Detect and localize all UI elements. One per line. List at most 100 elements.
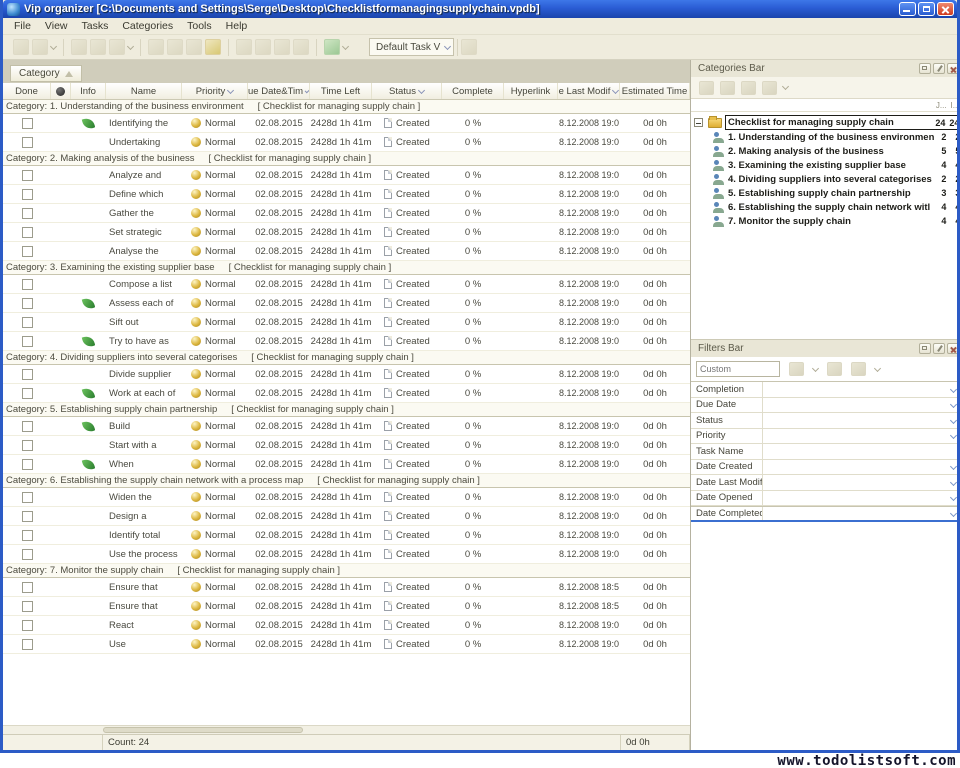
edit-icon[interactable]: [167, 39, 183, 55]
task-checkbox[interactable]: [22, 208, 33, 219]
redo-icon[interactable]: [205, 39, 221, 55]
task-checkbox[interactable]: [22, 492, 33, 503]
column-header-info[interactable]: Info: [71, 83, 106, 99]
task-checkbox[interactable]: [22, 137, 33, 148]
filter-row-priority[interactable]: Priority: [691, 429, 957, 445]
collapse-icon[interactable]: [694, 118, 703, 127]
delete-filter-icon[interactable]: [851, 362, 866, 376]
category-group-row[interactable]: Category: 3. Examining the existing supp…: [3, 261, 690, 275]
filter-dropdown-icon[interactable]: [418, 86, 425, 93]
filter-row-completion[interactable]: Completion: [691, 382, 957, 398]
task-row[interactable]: Start with aNormal02.08.20152428d 1h 41m…: [3, 436, 690, 455]
panel-pin-button[interactable]: [933, 343, 945, 354]
tree-category-item[interactable]: 6. Establishing the supply chain network…: [691, 200, 957, 214]
go-flag-icon[interactable]: [324, 39, 340, 55]
edit-views-icon[interactable]: [461, 39, 477, 55]
tree-root-row[interactable]: Checklist for managing supply chain2424: [691, 115, 957, 130]
task-checkbox[interactable]: [22, 189, 33, 200]
apply-filter-icon[interactable]: [789, 362, 804, 376]
task-row[interactable]: ReactNormal02.08.20152428d 1h 41mCreated…: [3, 616, 690, 635]
filter-row-status[interactable]: Status: [691, 413, 957, 429]
task-row[interactable]: Ensure thatNormal02.08.20152428d 1h 41mC…: [3, 597, 690, 616]
task-checkbox[interactable]: [22, 421, 33, 432]
filter-value-area[interactable]: [763, 495, 957, 500]
task-row[interactable]: UndertakingNormal02.08.20152428d 1h 41mC…: [3, 133, 690, 152]
edit-category-icon[interactable]: [720, 81, 735, 95]
task-row[interactable]: Analyze andNormal02.08.20152428d 1h 41mC…: [3, 166, 690, 185]
panel-pin-button[interactable]: [933, 63, 945, 74]
filter-row-date-opened[interactable]: Date Opened: [691, 491, 957, 507]
filter-value-area[interactable]: [763, 480, 957, 485]
close-button[interactable]: [937, 2, 954, 16]
menu-help[interactable]: Help: [219, 19, 255, 33]
panel-close-button[interactable]: [947, 343, 957, 354]
move-right-icon[interactable]: [255, 39, 271, 55]
add-category-icon[interactable]: [699, 81, 714, 95]
tree-category-item[interactable]: 4. Dividing suppliers into several categ…: [691, 172, 957, 186]
task-checkbox[interactable]: [22, 170, 33, 181]
undo-icon[interactable]: [186, 39, 202, 55]
category-group-row[interactable]: Category: 5. Establishing supply chain p…: [3, 403, 690, 417]
chevron-down-icon[interactable]: [950, 479, 957, 486]
title-bar[interactable]: Vip organizer [C:\Documents and Settings…: [3, 0, 957, 18]
task-checkbox[interactable]: [22, 246, 33, 257]
task-row[interactable]: WhenNormal02.08.20152428d 1h 41mCreated0…: [3, 455, 690, 474]
chevron-down-icon[interactable]: [950, 417, 957, 424]
task-checkbox[interactable]: [22, 227, 33, 238]
filter-dropdown-icon[interactable]: [612, 86, 619, 93]
minimize-button[interactable]: [899, 2, 916, 16]
filter-dropdown-icon[interactable]: [812, 364, 819, 371]
menu-file[interactable]: File: [7, 19, 38, 33]
task-checkbox[interactable]: [22, 440, 33, 451]
refresh-icon[interactable]: [148, 39, 164, 55]
clear-filter-icon[interactable]: [827, 362, 842, 376]
chevron-down-icon[interactable]: [950, 494, 957, 501]
dropdown-icon[interactable]: [127, 42, 134, 49]
column-header-complete[interactable]: Complete: [442, 83, 504, 99]
column-header-status[interactable]: Status: [372, 83, 442, 99]
filter-value-area[interactable]: [763, 433, 957, 438]
column-header-priority[interactable]: Priority: [182, 83, 248, 99]
category-options-icon[interactable]: [762, 81, 777, 95]
save-icon[interactable]: [90, 39, 106, 55]
tree-category-item[interactable]: 2. Making analysis of the business55: [691, 144, 957, 158]
task-row[interactable]: Set strategicNormal02.08.20152428d 1h 41…: [3, 223, 690, 242]
task-checkbox[interactable]: [22, 279, 33, 290]
task-row[interactable]: BuildNormal02.08.20152428d 1h 41mCreated…: [3, 417, 690, 436]
filter-value-area[interactable]: [763, 511, 957, 516]
task-checkbox[interactable]: [22, 369, 33, 380]
filter-row-date-created[interactable]: Date Created: [691, 460, 957, 476]
column-header-time-left[interactable]: Time Left: [310, 83, 372, 99]
new-task-icon[interactable]: [32, 39, 48, 55]
category-group-row[interactable]: Category: 2. Making analysis of the busi…: [3, 152, 690, 166]
dropdown-icon[interactable]: [50, 42, 57, 49]
panel-undock-button[interactable]: [919, 343, 931, 354]
new-file-icon[interactable]: [13, 39, 29, 55]
move-left-icon[interactable]: [236, 39, 252, 55]
tree-category-item[interactable]: 7. Monitor the supply chain44: [691, 214, 957, 228]
column-header-ue-date-tim[interactable]: ue Date&Tim: [248, 83, 310, 99]
filter-dropdown-icon[interactable]: [227, 86, 234, 93]
task-row[interactable]: Divide supplierNormal02.08.20152428d 1h …: [3, 365, 690, 384]
filter-preset-input[interactable]: [696, 361, 780, 377]
column-header-e-last-modif[interactable]: e Last Modif: [558, 83, 620, 99]
scrollbar-thumb[interactable]: [103, 727, 303, 733]
task-row[interactable]: Sift outNormal02.08.20152428d 1h 41mCrea…: [3, 313, 690, 332]
task-row[interactable]: Compose a listNormal02.08.20152428d 1h 4…: [3, 275, 690, 294]
filter-value-area[interactable]: [763, 464, 957, 469]
chevron-down-icon[interactable]: [444, 42, 451, 49]
task-row[interactable]: UseNormal02.08.20152428d 1h 41mCreated0 …: [3, 635, 690, 654]
dropdown-icon[interactable]: [342, 42, 349, 49]
filter-value-area[interactable]: [763, 387, 957, 392]
task-row[interactable]: Work at each ofNormal02.08.20152428d 1h …: [3, 384, 690, 403]
task-checkbox[interactable]: [22, 459, 33, 470]
filter-row-date-completed[interactable]: Date Completed: [691, 506, 957, 522]
filter-row-due-date[interactable]: Due Date: [691, 398, 957, 414]
chevron-down-icon[interactable]: [950, 463, 957, 470]
indent-icon[interactable]: [274, 39, 290, 55]
tree-category-item[interactable]: 5. Establishing supply chain partnership…: [691, 186, 957, 200]
chevron-down-icon[interactable]: [950, 386, 957, 393]
task-row[interactable]: Gather theNormal02.08.20152428d 1h 41mCr…: [3, 204, 690, 223]
restore-button[interactable]: [918, 2, 935, 16]
task-row[interactable]: Widen theNormal02.08.20152428d 1h 41mCre…: [3, 488, 690, 507]
